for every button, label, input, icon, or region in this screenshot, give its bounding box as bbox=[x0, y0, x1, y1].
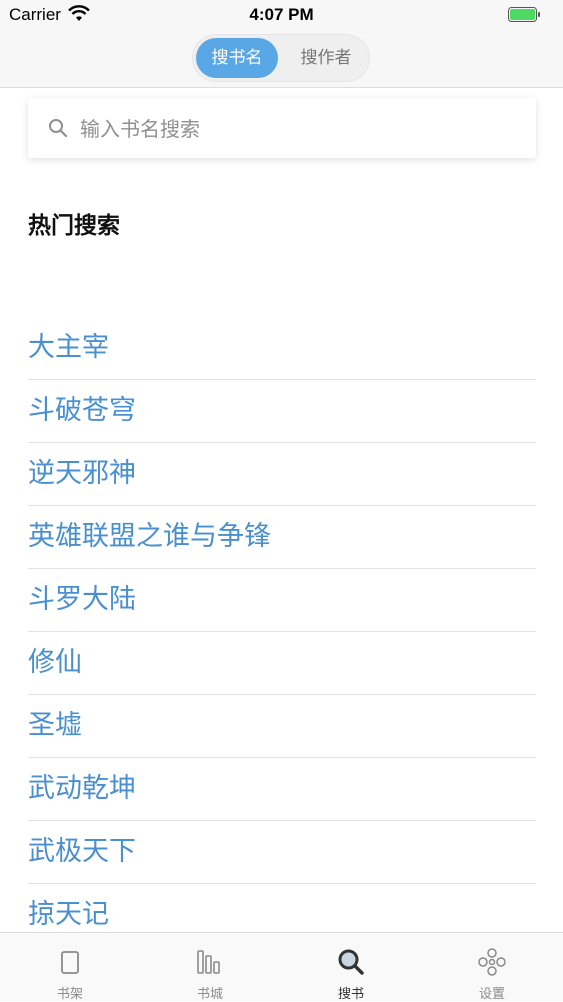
hot-search-item[interactable]: 英雄联盟之谁与争锋 bbox=[28, 506, 536, 569]
tab-bookshelf[interactable]: 书架 bbox=[0, 933, 140, 1002]
segment-search-by-title[interactable]: 搜书名 bbox=[196, 38, 278, 78]
tab-bar: 书架 书城 搜书 设置 bbox=[0, 932, 563, 1002]
hot-search-item[interactable]: 圣墟 bbox=[28, 695, 536, 758]
search-mode-segmented-control: 搜书名 搜作者 bbox=[193, 35, 369, 81]
hot-search-item[interactable]: 武动乾坤 bbox=[28, 758, 536, 821]
search-input[interactable] bbox=[78, 108, 522, 150]
tab-search-label: 搜书 bbox=[337, 987, 364, 1002]
search-box[interactable] bbox=[28, 98, 536, 158]
hot-search-item[interactable]: 斗破苍穹 bbox=[28, 380, 536, 443]
tab-search[interactable]: 搜书 bbox=[281, 933, 421, 1002]
tab-bookstore[interactable]: 书城 bbox=[140, 933, 280, 1002]
segment-search-by-author[interactable]: 搜作者 bbox=[286, 38, 366, 78]
status-time: 4:07 PM bbox=[249, 5, 314, 24]
nav-bar: 搜书名 搜作者 bbox=[0, 30, 563, 88]
tab-settings-label: 设置 bbox=[478, 987, 505, 1002]
tab-bookstore-label: 书城 bbox=[196, 987, 223, 1002]
battery-icon bbox=[508, 7, 540, 22]
search-icon bbox=[338, 949, 364, 975]
hot-search-list: 大主宰 斗破苍穹 逆天邪神 英雄联盟之谁与争锋 斗罗大陆 修仙 圣墟 武动乾坤 … bbox=[28, 317, 536, 946]
hot-search-item[interactable]: 斗罗大陆 bbox=[28, 569, 536, 632]
hot-search-item[interactable]: 修仙 bbox=[28, 632, 536, 695]
tab-settings[interactable]: 设置 bbox=[422, 933, 562, 1002]
hot-search-item[interactable]: 逆天邪神 bbox=[28, 443, 536, 506]
bookstore-icon bbox=[197, 950, 220, 974]
hot-search-item[interactable]: 大主宰 bbox=[28, 317, 536, 380]
tab-bookshelf-label: 书架 bbox=[56, 987, 83, 1002]
status-bar: Carrier 4:07 PM bbox=[0, 0, 563, 30]
settings-icon bbox=[478, 948, 506, 976]
hot-search-item[interactable]: 武极天下 bbox=[28, 821, 536, 884]
hot-search-title: 热门搜索 bbox=[28, 213, 120, 239]
search-icon bbox=[49, 119, 68, 138]
bookshelf-icon bbox=[61, 951, 79, 974]
